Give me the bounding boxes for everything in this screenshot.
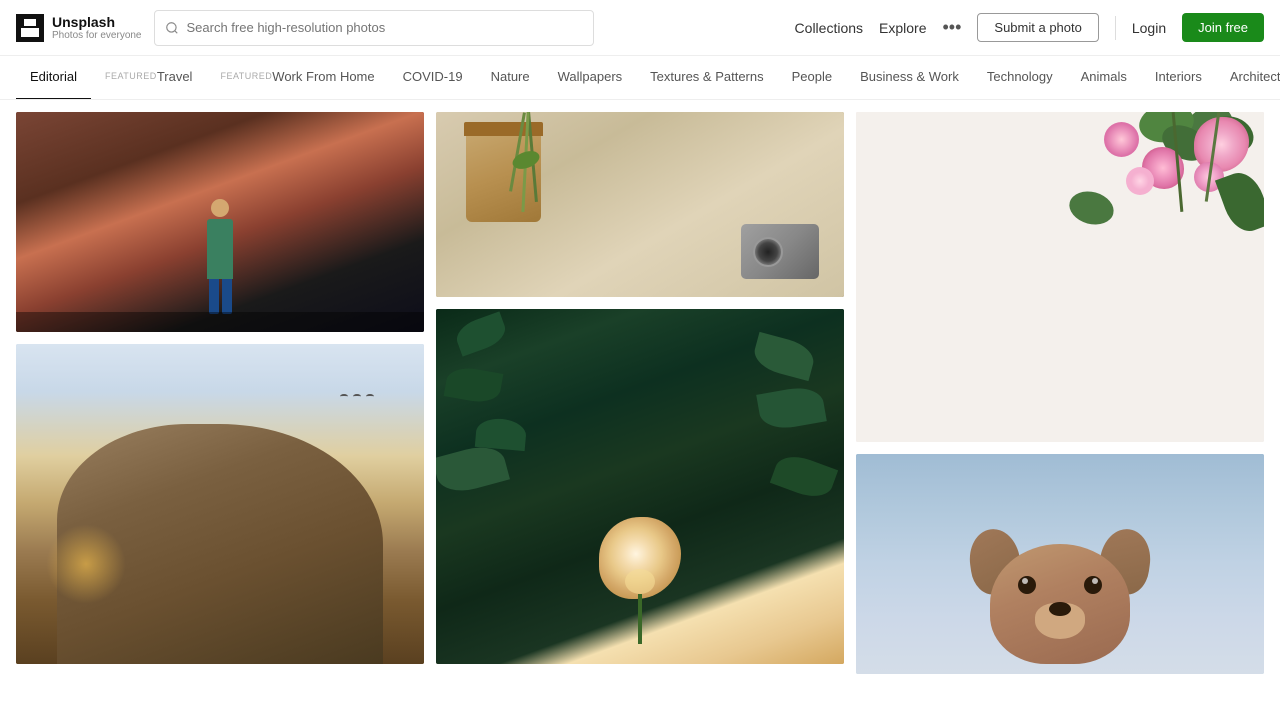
logo[interactable]: Unsplash Photos for everyone [16, 14, 142, 42]
login-link[interactable]: Login [1132, 20, 1166, 36]
more-button[interactable]: ••• [943, 17, 962, 38]
photo-card[interactable] [436, 309, 844, 664]
cat-people[interactable]: People [778, 56, 846, 100]
search-bar[interactable] [154, 10, 594, 46]
photo-card[interactable] [856, 454, 1264, 674]
join-button[interactable]: Join free [1182, 13, 1264, 42]
photo-card[interactable] [16, 344, 424, 664]
photo-card[interactable] [16, 112, 424, 332]
cat-travel[interactable]: FEATURED Travel [91, 56, 206, 100]
cat-editorial[interactable]: Editorial [16, 56, 91, 100]
logo-tagline: Photos for everyone [52, 30, 142, 41]
photo-col-3 [856, 112, 1264, 674]
cat-textures[interactable]: Textures & Patterns [636, 56, 777, 100]
explore-link[interactable]: Explore [879, 20, 926, 36]
logo-name: Unsplash [52, 14, 142, 30]
cat-wallpapers[interactable]: Wallpapers [544, 56, 637, 100]
photo-col-2 [436, 112, 844, 674]
cat-nature[interactable]: Nature [477, 56, 544, 100]
cat-interiors[interactable]: Interiors [1141, 56, 1216, 100]
cat-architecture[interactable]: Architecture [1216, 56, 1280, 100]
cat-work-from-home[interactable]: FEATURED Work From Home [206, 56, 388, 100]
category-nav: Editorial FEATURED Travel FEATURED Work … [0, 56, 1280, 100]
logo-icon [16, 14, 44, 42]
cat-business[interactable]: Business & Work [846, 56, 973, 100]
search-input[interactable] [187, 20, 583, 35]
cat-technology[interactable]: Technology [973, 56, 1067, 100]
submit-photo-button[interactable]: Submit a photo [977, 13, 1098, 42]
cat-animals[interactable]: Animals [1067, 56, 1141, 100]
divider [1115, 16, 1116, 40]
collections-link[interactable]: Collections [795, 20, 863, 36]
photo-card[interactable] [856, 112, 1264, 442]
photo-card[interactable] [436, 112, 844, 297]
photo-col-1 [16, 112, 424, 674]
header-nav: Collections Explore ••• Submit a photo L… [795, 13, 1264, 42]
search-icon [165, 21, 179, 35]
cat-covid[interactable]: COVID-19 [389, 56, 477, 100]
photo-grid [0, 100, 1280, 686]
header: Unsplash Photos for everyone Collections… [0, 0, 1280, 56]
